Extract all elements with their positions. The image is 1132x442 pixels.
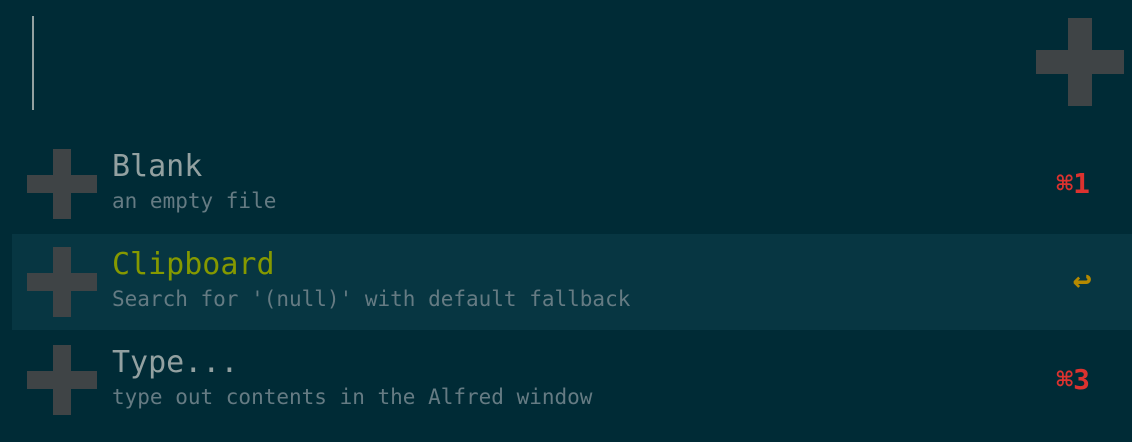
- search-input[interactable]: [30, 14, 1010, 110]
- result-subtitle: type out contents in the Alfred window: [112, 385, 593, 409]
- result-item-blank[interactable]: Blank an empty file ⌘1: [12, 136, 1132, 232]
- plus-icon: [27, 149, 97, 219]
- plus-icon: [1036, 18, 1124, 106]
- shortcut-label: ⌘3: [1056, 363, 1090, 396]
- result-title: Clipboard: [112, 247, 275, 282]
- text-caret: [32, 16, 34, 110]
- result-item-type[interactable]: Type... type out contents in the Alfred …: [12, 332, 1132, 428]
- result-title: Blank: [112, 149, 203, 184]
- plus-icon: [27, 345, 97, 415]
- plus-icon: [27, 247, 97, 317]
- result-item-clipboard[interactable]: Clipboard Search for '(null)' with defau…: [12, 234, 1132, 330]
- return-icon: ↩: [1072, 261, 1092, 299]
- shortcut-label: ⌘1: [1056, 167, 1090, 200]
- result-title: Type...: [112, 345, 239, 380]
- result-subtitle: an empty file: [112, 189, 277, 213]
- alfred-window: Blank an empty file ⌘1 Clipboard Search …: [0, 0, 1132, 442]
- results-list: Blank an empty file ⌘1 Clipboard Search …: [12, 136, 1132, 430]
- result-subtitle: Search for '(null)' with default fallbac…: [112, 287, 631, 311]
- search-bar: [0, 0, 1132, 128]
